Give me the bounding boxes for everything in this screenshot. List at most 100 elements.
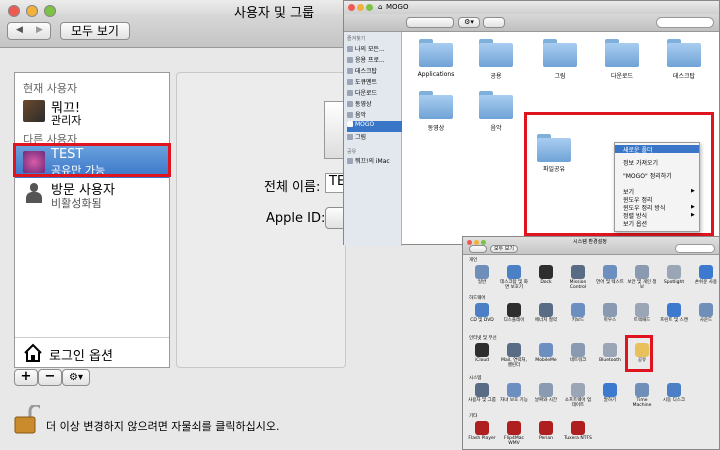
show-all-button[interactable]: 모두 보기 [60,22,130,40]
forward-arrow-icon[interactable]: ▶ [36,25,43,35]
finder-minimize-button[interactable] [357,4,364,11]
pref-pane-item[interactable]: 디스플레이 [499,303,529,323]
pref-pane-label: 디스플레이 [503,318,525,323]
current-user-row[interactable]: 뭐끄! 관리자 [15,95,169,129]
pref-pane-item[interactable]: Flip4Mac WMV [499,421,529,446]
folder-pictures[interactable]: 그림 [530,39,590,81]
close-dot[interactable] [8,5,20,17]
folder-downloads[interactable]: 다운로드 [592,39,652,81]
pref-pane-item[interactable]: 언어 및 텍스트 [595,265,625,285]
pref-pane-label: Mission Control [569,280,587,290]
pref-pane-item[interactable]: 데스크탑 및 화면 보호기 [499,265,529,290]
zoom-dot[interactable] [44,5,56,17]
user-row-guest[interactable]: 방문 사용자 비활성화됨 [15,179,169,213]
finder-sidebar-item-selected[interactable]: MOGO [347,121,402,132]
menu-item-clean-up[interactable]: "MOGO" 정리하기 [615,171,699,180]
menu-item-view[interactable]: 보기 [615,187,699,196]
pref-pane-item[interactable]: 말하기 [595,383,625,403]
pref-pane-item[interactable]: 사용자 및 그룹 [467,383,497,403]
menu-item-sort-by[interactable]: 정렬 방식 [615,211,699,220]
pref-pane-label: 마우스 [603,318,617,323]
add-user-button[interactable]: + [14,369,38,386]
pref-pane-item[interactable]: 시동 디스크 [659,383,689,403]
folder-public[interactable]: 공용 [466,39,526,81]
pref-pane-item[interactable]: 소프트웨어 업데이트 [563,383,593,408]
menu-item-new-folder[interactable]: 새로운 폴더 [615,145,699,154]
user-avatar [23,100,45,122]
pref-pane-item[interactable]: 날짜와 시간 [531,383,561,403]
pref-pane-item[interactable]: 네트워크 [563,343,593,363]
menu-item-window-arrange[interactable]: 윈도우 정리 [615,195,699,204]
finder-sidebar-item[interactable]: 도큐멘트 [347,77,402,88]
finder-sidebar-item[interactable]: 그림 [347,132,402,143]
sysprefs-show-all-button[interactable]: 모두 보기 [490,245,518,253]
pref-pane-label: Time Machine [632,398,652,408]
finder-titlebar: ⌂ MOGO [344,1,719,14]
folder-applications[interactable]: Applications [406,39,466,81]
back-forward-buttons[interactable]: ◀ ▶ [7,22,51,40]
finder-close-button[interactable] [348,4,355,11]
finder-zoom-button[interactable] [366,4,373,11]
finder-sidebar-item[interactable]: 데스크탑 [347,66,402,77]
finder-sidebar-item[interactable]: 나의 모든... [347,44,402,55]
pref-pane-item[interactable]: Bluetooth [595,343,625,363]
pref-pane-item[interactable]: 마우스 [595,303,625,323]
pref-pane-item[interactable]: 일반 [467,265,497,285]
pref-pane-item[interactable]: Mission Control [563,265,593,290]
pref-pane-item[interactable]: 에너지 절약 [531,303,561,323]
sysprefs-nav-buttons[interactable] [469,245,487,253]
pref-pane-item[interactable]: Dock [531,265,561,285]
pref-pane-icon [603,343,617,357]
pref-pane-item[interactable]: Spotlight [659,265,689,285]
finder-action-button[interactable]: ⚙▾ [458,17,480,28]
menu-item-get-info[interactable]: 정보 가져오기 [615,158,699,167]
finder-shared-item[interactable]: 뭐끄!의 iMac [347,156,402,167]
sysprefs-search-field[interactable] [675,244,715,253]
pref-pane-icon [635,383,649,397]
user-role-guest: 비활성화됨 [51,197,102,210]
pref-pane-item[interactable]: 키보드 [563,303,593,323]
finder-sidebar-item[interactable]: 다운로드 [347,88,402,99]
pref-pane-item[interactable]: Tuxera NTFS [563,421,593,441]
folder-music[interactable]: 음악 [466,91,526,133]
context-menu: 새로운 폴더 정보 가져오기 "MOGO" 정리하기 보기 윈도우 정리 윈도우… [614,142,700,232]
pref-pane-label: 사용자 및 그룹 [468,398,496,403]
pref-pane-item[interactable]: Time Machine [627,383,657,408]
pref-pane-item[interactable]: iCloud [467,343,497,363]
pref-pane-item[interactable]: 보안 및 개인 정보 [627,265,657,290]
minimize-dot[interactable] [26,5,38,17]
pref-pane-item[interactable]: 프린트 및 스캔 [659,303,689,323]
pref-pane-label: 소프트웨어 업데이트 [564,398,592,408]
unlocked-padlock-icon[interactable] [14,405,40,435]
pref-pane-item[interactable]: CD 및 DVD [467,303,497,323]
remove-user-button[interactable]: − [38,369,62,386]
folder-desktop[interactable]: 데스크탑 [654,39,714,81]
folder-movies[interactable]: 동영상 [406,91,466,133]
finder-search-field[interactable] [656,17,714,28]
pref-pane-icon [539,343,553,357]
pref-pane-item[interactable]: Mail, 연락처, 캘린더 [499,343,529,368]
pref-pane-item[interactable]: 사운드 [691,303,720,323]
folder-file-sharing[interactable]: 파일공유 [532,134,576,173]
pref-pane-item[interactable]: Perian [531,421,561,441]
pref-pane-item[interactable]: MobileMe [531,343,561,363]
gear-menu-button[interactable]: ⚙▾ [62,369,90,386]
pref-pane-item[interactable]: 트랙패드 [627,303,657,323]
arrange-button[interactable] [483,17,505,28]
finder-sidebar-item[interactable]: 응용 프로... [347,55,402,66]
pref-pane-item[interactable]: Flash Player [467,421,497,441]
view-mode-buttons[interactable] [406,17,454,28]
finder-sidebar-item[interactable]: 음악 [347,110,402,121]
finder-title: MOGO [386,3,409,11]
login-options-row[interactable]: 로그인 옵션 [15,339,169,367]
finder-sidebar-item[interactable]: 동영상 [347,99,402,110]
pref-pane-icon [635,265,649,279]
pref-pane-label: Spotlight [663,280,685,285]
back-arrow-icon[interactable]: ◀ [16,25,23,35]
menu-item-view-options[interactable]: 보기 옵션 [615,219,699,228]
user-detail-pane: 전체 이름: TE Apple ID: [176,72,351,368]
pref-pane-icon [571,303,585,317]
pref-pane-item[interactable]: 자녀 보호 기능 [499,383,529,403]
menu-item-window-arrange-by[interactable]: 윈도우 정리 방식 [615,203,699,212]
pref-pane-item[interactable]: 손쉬운 사용 [691,265,720,285]
